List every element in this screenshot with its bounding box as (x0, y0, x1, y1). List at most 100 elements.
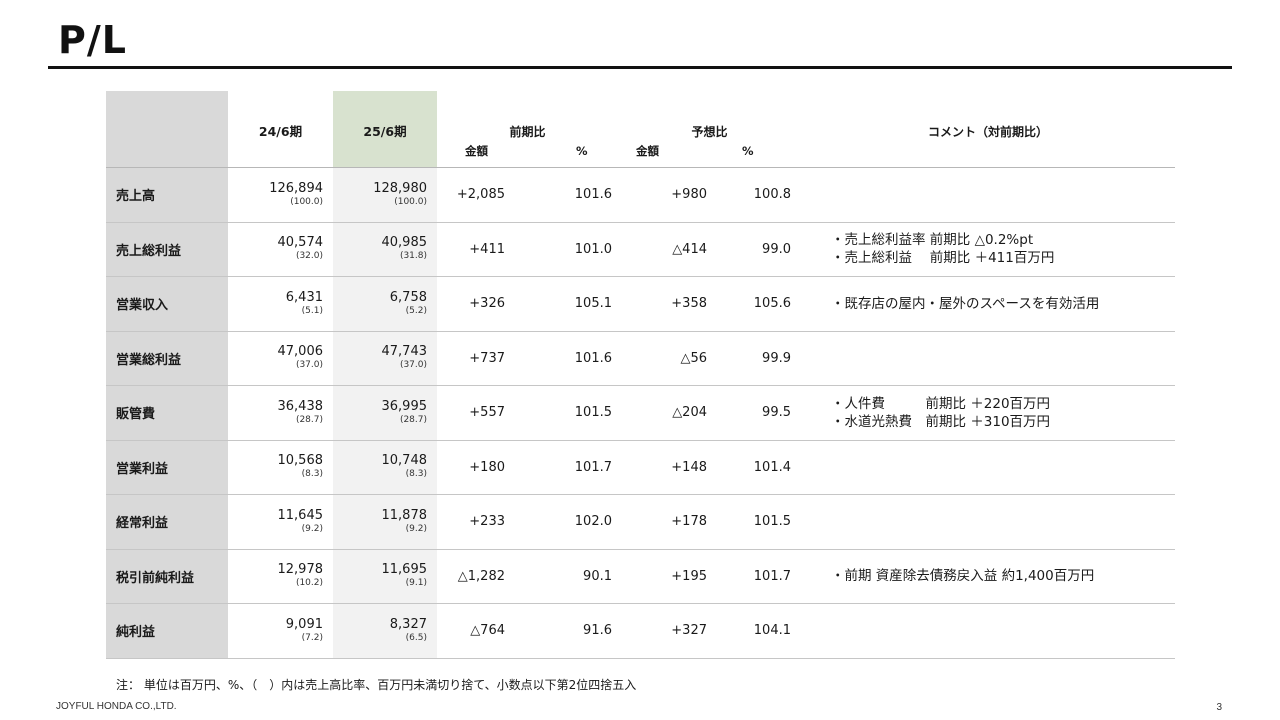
cur-value: 10,748 (381, 453, 428, 469)
forecast-pct: 101.5 (714, 494, 801, 550)
yoy-amount: +233 (437, 494, 533, 550)
comment-cell (801, 494, 1175, 550)
yoy-amount: +737 (437, 331, 533, 386)
cur-value: 8,327 (389, 616, 427, 632)
cur-value: 128,980 (373, 180, 427, 196)
forecast-pct: 105.6 (714, 276, 801, 332)
table-row: 純利益 9,091 (7.2) 8,327 (6.5) △764 91.6 +327… (106, 603, 1175, 659)
prev-value: 126,894 (269, 180, 323, 196)
yoy-pct: 101.6 (533, 331, 618, 386)
row-label: 販管費 (106, 385, 228, 441)
forecast-amount: △56 (618, 331, 714, 386)
cur-ratio: (9.2) (405, 523, 427, 534)
forecast-amount: +178 (618, 494, 714, 550)
cur-value-cell: 8,327 (6.5) (333, 603, 437, 659)
table-row: 営業総利益 47,006 (37.0) 47,743 (37.0) +737 101… (106, 331, 1175, 386)
header-yoy-amount: 金額 (437, 140, 533, 168)
comment-cell: ・前期 資産除去債務戻入益 約1,400百万円 (801, 549, 1175, 604)
row-label: 営業総利益 (106, 331, 228, 386)
cur-ratio: (6.5) (405, 632, 427, 643)
comment-cell: ・売上総利益率 前期比 △0.2%pt ・売上総利益 前期比 ＋411百万円 (801, 222, 1175, 277)
prev-value: 11,645 (277, 507, 324, 523)
forecast-pct: 100.8 (714, 167, 801, 223)
header-yoy-group: 前期比 (509, 125, 546, 139)
prev-value: 12,978 (277, 562, 324, 578)
cur-value: 40,985 (381, 235, 428, 251)
table-row: 売上高 126,894 (100.0) 128,980 (100.0) +2,085… (106, 167, 1175, 223)
table-row: 営業収入 6,431 (5.1) 6,758 (5.2) +326 105.1 +3… (106, 276, 1175, 332)
row-label: 売上総利益 (106, 222, 228, 277)
prev-ratio: (10.2) (295, 578, 323, 589)
yoy-pct: 101.7 (533, 440, 618, 495)
table-row: 販管費 36,438 (28.7) 36,995 (28.7) +557 101.5… (106, 385, 1175, 441)
page-number: 3 (1216, 702, 1222, 713)
cur-value-cell: 36,995 (28.7) (333, 385, 437, 441)
comment-line: ・水道光熱費 前期比 ＋310百万円 (831, 413, 1051, 430)
table-row: 税引前純利益 12,978 (10.2) 11,695 (9.1) △1,282 9… (106, 549, 1175, 604)
prev-ratio: (100.0) (290, 196, 323, 207)
forecast-amount: △414 (618, 222, 714, 277)
row-label: 営業利益 (106, 440, 228, 495)
row-label: 経常利益 (106, 494, 228, 550)
prev-value-cell: 40,574 (32.0) (228, 222, 333, 277)
cur-ratio: (28.7) (399, 414, 427, 425)
prev-value: 36,438 (277, 398, 324, 414)
cur-ratio: (8.3) (405, 469, 427, 480)
cur-value: 11,695 (381, 562, 428, 578)
prev-value-cell: 9,091 (7.2) (228, 603, 333, 659)
prev-value-cell: 11,645 (9.2) (228, 494, 333, 550)
forecast-pct: 99.5 (714, 385, 801, 441)
prev-value: 40,574 (277, 235, 324, 251)
row-label: 営業収入 (106, 276, 228, 332)
comment-line: ・売上総利益 前期比 ＋411百万円 (831, 250, 1055, 267)
comment-line: ・人件費 前期比 ＋220百万円 (831, 395, 1051, 412)
cur-value: 47,743 (381, 344, 428, 360)
forecast-pct: 99.9 (714, 331, 801, 386)
yoy-amount: △764 (437, 603, 533, 659)
cur-value-cell: 11,878 (9.2) (333, 494, 437, 550)
forecast-amount: +195 (618, 549, 714, 604)
prev-ratio: (32.0) (295, 251, 323, 262)
row-label: 売上高 (106, 167, 228, 223)
prev-value: 6,431 (285, 289, 323, 305)
comment-line: ・既存店の屋内・屋外のスペースを有効活用 (831, 295, 1100, 312)
cur-value-cell: 11,695 (9.1) (333, 549, 437, 604)
comment-cell (801, 331, 1175, 386)
forecast-amount: +980 (618, 167, 714, 223)
cur-value: 36,995 (381, 398, 428, 414)
yoy-amount: △1,282 (437, 549, 533, 604)
yoy-pct: 101.0 (533, 222, 618, 277)
cur-value: 6,758 (389, 289, 427, 305)
prev-value-cell: 47,006 (37.0) (228, 331, 333, 386)
header-comment-group: コメント（対前期比） (801, 91, 1175, 168)
forecast-pct: 101.7 (714, 549, 801, 604)
prev-value: 10,568 (277, 453, 324, 469)
comment-line: ・前期 資産除去債務戻入益 約1,400百万円 (831, 568, 1095, 585)
yoy-amount: +326 (437, 276, 533, 332)
page-title: P/L (58, 18, 127, 62)
prev-value: 47,006 (277, 344, 324, 360)
comment-cell (801, 440, 1175, 495)
comment-line: ・売上総利益率 前期比 △0.2%pt (831, 232, 1034, 249)
forecast-amount: +148 (618, 440, 714, 495)
cur-value-cell: 128,980 (100.0) (333, 167, 437, 223)
cur-value-cell: 47,743 (37.0) (333, 331, 437, 386)
row-label: 純利益 (106, 603, 228, 659)
header-yoy-pct: % (533, 140, 618, 168)
prev-value-cell: 36,438 (28.7) (228, 385, 333, 441)
cur-ratio: (100.0) (394, 196, 427, 207)
table-row: 営業利益 10,568 (8.3) 10,748 (8.3) +180 101.7 … (106, 440, 1175, 495)
yoy-amount: +557 (437, 385, 533, 441)
pl-table: 24/6期 25/6期 前期比 予想比 コメント（対前期比） 金額 % 金額 %… (106, 91, 1175, 659)
prev-ratio: (7.2) (301, 632, 323, 643)
header-cur-period: 25/6期 (333, 91, 437, 168)
yoy-pct: 90.1 (533, 549, 618, 604)
yoy-pct: 105.1 (533, 276, 618, 332)
cur-ratio: (5.2) (405, 305, 427, 316)
forecast-amount: △204 (618, 385, 714, 441)
prev-ratio: (5.1) (301, 305, 323, 316)
comment-cell (801, 167, 1175, 223)
yoy-pct: 91.6 (533, 603, 618, 659)
prev-ratio: (8.3) (301, 469, 323, 480)
header-prev-period: 24/6期 (228, 91, 333, 168)
